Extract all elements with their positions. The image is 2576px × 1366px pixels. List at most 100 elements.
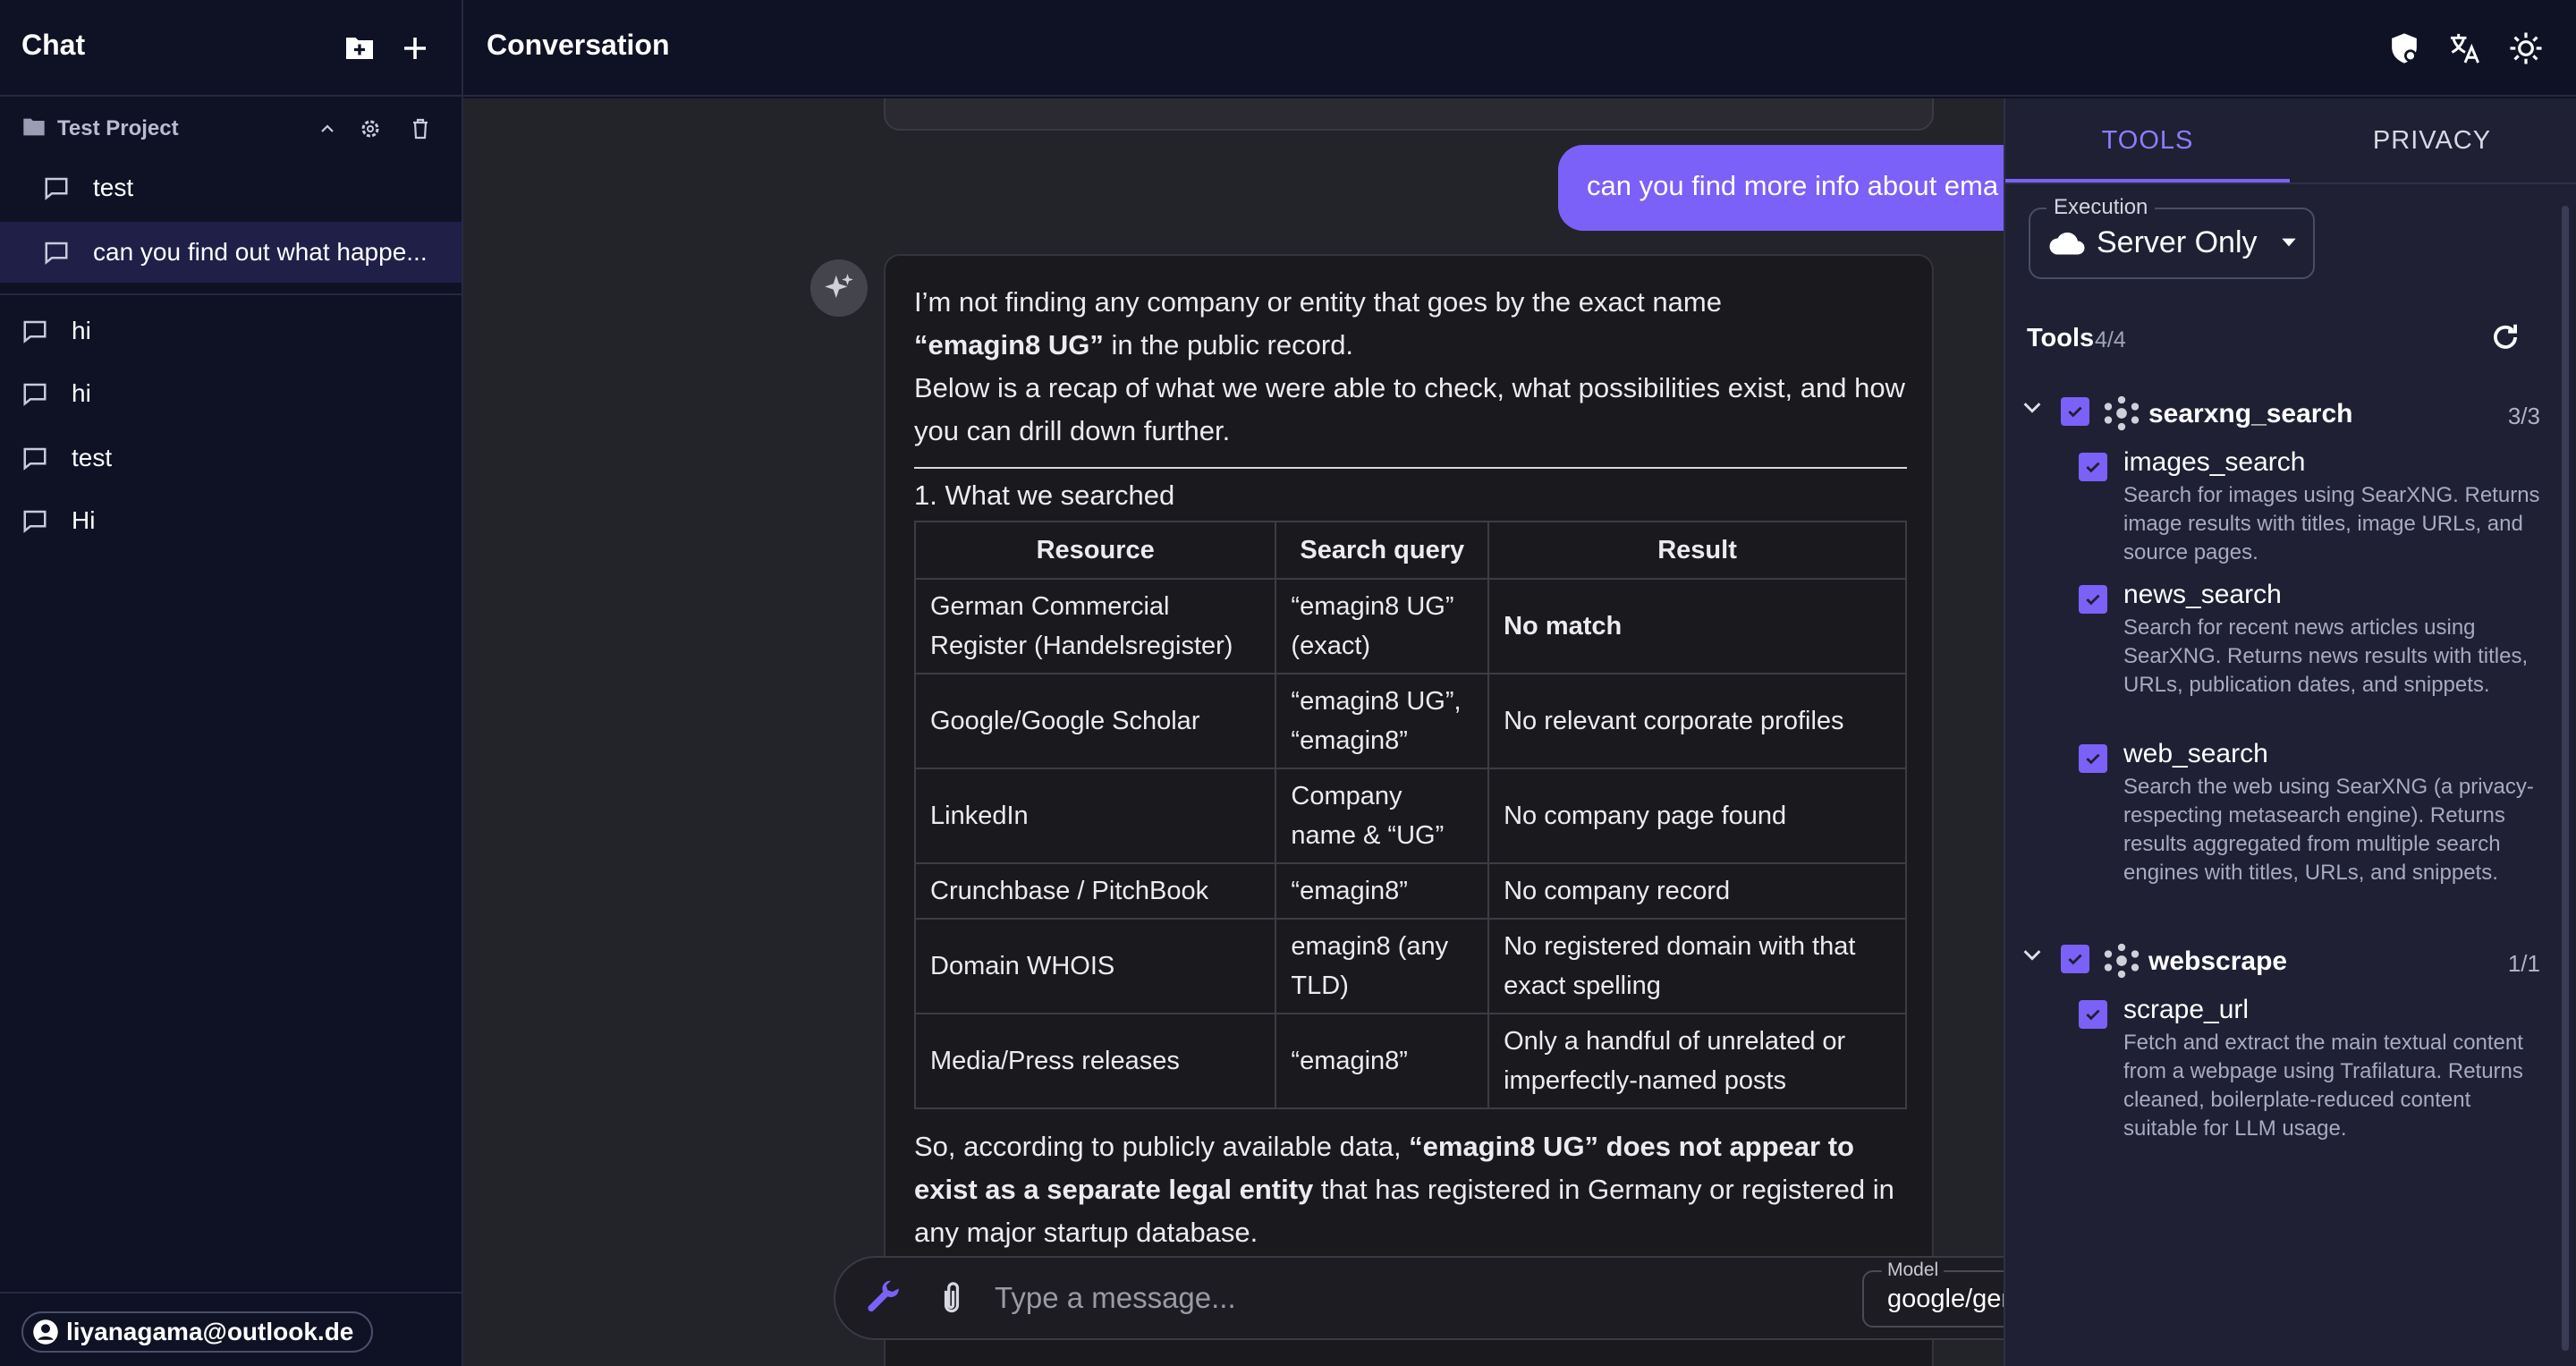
model-label: Model bbox=[1882, 1260, 1945, 1281]
execution-select[interactable]: Execution Server Only bbox=[2029, 195, 2315, 279]
hub-icon bbox=[2104, 395, 2140, 431]
table-cell: No company record bbox=[1487, 862, 1907, 920]
chevron-up-icon bbox=[321, 124, 334, 132]
table-cell: Media/Press releases bbox=[913, 1013, 1277, 1109]
assistant-message-content: I’m not finding any company or entity th… bbox=[913, 281, 1907, 1254]
tool-description: Search for images using SearXNG. Returns… bbox=[2123, 483, 2540, 564]
sidebar-divider bbox=[0, 293, 462, 295]
translate-button[interactable] bbox=[2444, 27, 2487, 70]
chat-item[interactable]: Hi bbox=[0, 490, 462, 551]
assistant-summary: So, according to publicly available data… bbox=[914, 1125, 1907, 1254]
table-cell: “emagin8 UG”, “emagin8” bbox=[1275, 673, 1490, 769]
folder-plus-icon bbox=[346, 38, 373, 59]
new-folder-button[interactable] bbox=[338, 27, 381, 70]
tool-checkbox-web-search[interactable] bbox=[2079, 744, 2107, 773]
chat-item[interactable]: hi bbox=[0, 363, 462, 424]
tab-tools[interactable]: TOOLS bbox=[2005, 98, 2290, 182]
page-title: Conversation bbox=[487, 29, 670, 61]
tool-name: web_search bbox=[2123, 739, 2268, 768]
table-row: LinkedIn Company name & “UG” No company … bbox=[913, 768, 1907, 864]
chat-item-label: hi bbox=[72, 317, 91, 344]
group-checkbox-webscrape[interactable] bbox=[2061, 945, 2089, 973]
user-message-text: can you find more info about ema bbox=[1587, 170, 1999, 201]
theme-toggle-button[interactable] bbox=[2504, 27, 2547, 70]
tool-description: Fetch and extract the main textual conte… bbox=[2123, 1031, 2523, 1141]
table-cell: Only a handful of unrelated or imperfect… bbox=[1487, 1013, 1907, 1109]
search-results-table: Resource Search query Result German Comm… bbox=[913, 521, 1907, 1109]
group-checkbox-searxng[interactable] bbox=[2061, 397, 2089, 426]
cloud-icon bbox=[2049, 232, 2085, 255]
tool-name: images_search bbox=[2123, 447, 2306, 477]
shield-icon bbox=[2392, 33, 2417, 64]
user-email: liyanagama@outlook.de bbox=[66, 1318, 354, 1345]
chat-item-label: hi bbox=[72, 379, 91, 407]
check-icon bbox=[2086, 1009, 2100, 1021]
attachment-icon[interactable] bbox=[934, 1279, 970, 1317]
new-chat-button[interactable] bbox=[394, 27, 436, 70]
tool-checkbox-images-search[interactable] bbox=[2079, 453, 2107, 481]
refresh-icon[interactable] bbox=[2488, 320, 2522, 354]
divider bbox=[914, 467, 1907, 469]
chat-bubble-icon bbox=[23, 510, 47, 533]
wrench-icon[interactable] bbox=[866, 1279, 903, 1317]
tool-checkbox-scrape-url[interactable] bbox=[2079, 1000, 2107, 1029]
account-circle-icon bbox=[33, 1319, 58, 1345]
check-icon bbox=[2068, 954, 2082, 965]
table-cell: LinkedIn bbox=[913, 768, 1277, 864]
table-header: Search query bbox=[1275, 521, 1490, 580]
tool-checkbox-news-search[interactable] bbox=[2079, 585, 2107, 614]
previous-message-bubble bbox=[884, 98, 1934, 131]
chat-item[interactable]: test bbox=[0, 428, 462, 488]
delete-project-button[interactable] bbox=[406, 115, 435, 143]
table-cell: German Commercial Register (Handelsregis… bbox=[913, 578, 1277, 675]
table-row: Domain WHOIS emagin8 (any TLD) No regist… bbox=[913, 918, 1907, 1014]
section-heading: 1. What we searched bbox=[914, 479, 1175, 511]
tool-group-count: 1/1 bbox=[2507, 950, 2540, 977]
table-cell: No match bbox=[1487, 578, 1907, 675]
collapse-project-button[interactable] bbox=[313, 115, 342, 143]
project-name: Test Project bbox=[57, 116, 179, 140]
tab-privacy[interactable]: PRIVACY bbox=[2290, 98, 2574, 182]
tool-name: scrape_url bbox=[2123, 995, 2250, 1024]
user-message-bubble: can you find more info about ema bbox=[1558, 145, 2004, 231]
message-input[interactable] bbox=[995, 1270, 1800, 1326]
assistant-intro: I’m not finding any company or entity th… bbox=[914, 281, 1907, 367]
project-chat-item[interactable]: test bbox=[0, 157, 462, 218]
tabs-divider bbox=[2005, 182, 2576, 184]
message-composer: Model google/gemini bbox=[834, 1256, 2095, 1340]
intro-text-end: in the public record. bbox=[1103, 329, 1354, 361]
chat-item[interactable]: hi bbox=[0, 301, 462, 361]
assistant-recap: Below is a recap of what we were able to… bbox=[914, 372, 1905, 446]
project-settings-button[interactable] bbox=[356, 115, 385, 143]
table-cell: emagin8 (any TLD) bbox=[1275, 918, 1490, 1014]
table-row: Media/Press releases “emagin8” Only a ha… bbox=[913, 1013, 1907, 1109]
table-cell: Domain WHOIS bbox=[913, 918, 1277, 1014]
chevron-down-icon[interactable] bbox=[2021, 401, 2043, 415]
tools-count: 4/4 bbox=[2095, 327, 2126, 352]
table-row: Crunchbase / PitchBook “emagin8” No comp… bbox=[913, 862, 1907, 920]
trash-icon bbox=[413, 118, 428, 140]
user-account-chip[interactable]: liyanagama@outlook.de bbox=[21, 1311, 374, 1353]
summary-text: So, according to publicly available data… bbox=[914, 1131, 1410, 1162]
table-header: Result bbox=[1487, 521, 1907, 580]
tool-description: Search for recent news articles using Se… bbox=[2123, 615, 2529, 697]
sun-icon bbox=[2510, 32, 2542, 64]
assistant-avatar bbox=[810, 259, 868, 317]
check-icon bbox=[2086, 753, 2100, 765]
tools-scrollbar[interactable] bbox=[2562, 206, 2569, 1351]
sidebar-footer: liyanagama@outlook.de bbox=[0, 1292, 462, 1366]
table-cell: Google/Google Scholar bbox=[913, 673, 1277, 769]
chevron-down-icon[interactable] bbox=[2021, 948, 2043, 963]
table-cell: No company page found bbox=[1487, 768, 1907, 864]
project-chat-item-active[interactable]: can you find out what happe... bbox=[0, 222, 462, 283]
privacy-shield-button[interactable] bbox=[2383, 27, 2426, 70]
table-header-row: Resource Search query Result bbox=[913, 521, 1907, 580]
project-row[interactable]: Test Project bbox=[0, 104, 462, 154]
chat-bubble-icon bbox=[23, 383, 47, 406]
table-cell: Crunchbase / PitchBook bbox=[913, 862, 1277, 920]
chat-item-label: can you find out what happe... bbox=[93, 238, 428, 266]
conversation-area[interactable]: can you find more info about ema I’m not… bbox=[463, 98, 2004, 1366]
execution-label: Execution bbox=[2046, 195, 2156, 220]
folder-icon bbox=[23, 118, 45, 136]
tools-heading: Tools bbox=[2027, 324, 2095, 352]
